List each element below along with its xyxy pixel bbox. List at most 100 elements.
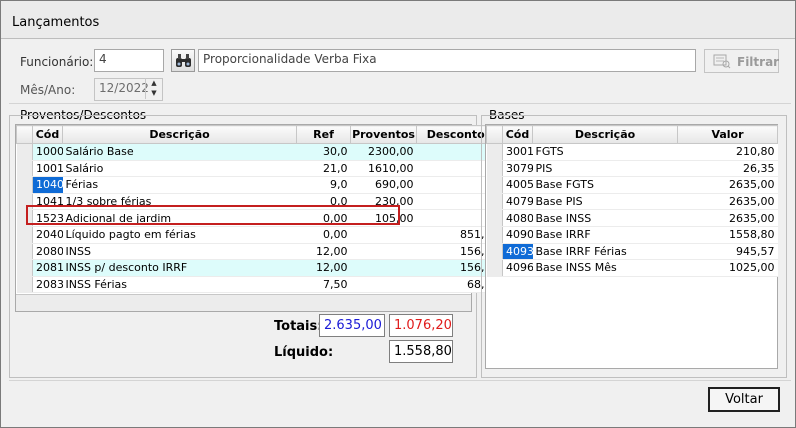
- row-indicator: [16, 176, 33, 194]
- col-header-descricao[interactable]: Descrição: [532, 125, 678, 144]
- cell-proventos: [350, 226, 417, 244]
- cell-cod: 2080: [32, 243, 63, 261]
- col-header-valor[interactable]: Valor: [677, 125, 778, 144]
- header-separator: [9, 103, 791, 104]
- bases-grid[interactable]: Cód Descrição Valor 3001 FGTS 210,80 3079 PI…: [485, 124, 778, 369]
- cell-proventos: [350, 259, 417, 277]
- cell-descricao: Base FGTS: [532, 176, 678, 194]
- spin-up-icon[interactable]: ▲: [146, 78, 162, 88]
- row-indicator-header: [16, 125, 33, 144]
- cell-valor: 2635,00: [677, 209, 778, 227]
- cell-valor: 945,57: [677, 243, 778, 261]
- cell-cod: 2081: [32, 259, 63, 277]
- table-row[interactable]: 2080 INSS 12,00 156,20: [16, 243, 502, 261]
- filtrar-button[interactable]: Filtrar: [704, 49, 779, 73]
- table-row[interactable]: 3001 FGTS 210,80: [486, 143, 778, 161]
- row-indicator: [486, 160, 503, 178]
- cell-proventos: [350, 276, 417, 294]
- cell-descricao: INSS p/ desconto IRRF: [62, 259, 297, 277]
- table-row[interactable]: 3079 PIS 26,35: [486, 160, 778, 178]
- table-row[interactable]: 1040 Férias 9,0 690,00: [16, 176, 502, 194]
- col-header-proventos[interactable]: Proventos: [350, 125, 417, 144]
- row-indicator: [16, 143, 33, 161]
- mes-ano-label: Mês/Ano:: [20, 83, 76, 97]
- cell-descricao: PIS: [532, 160, 678, 178]
- row-indicator: [16, 259, 33, 277]
- mes-ano-spinner[interactable]: ▲ ▼: [145, 78, 162, 99]
- table-row[interactable]: 4093 Base IRRF Férias 945,57: [486, 243, 778, 261]
- row-indicator: [486, 143, 503, 161]
- cell-valor: 26,35: [677, 160, 778, 178]
- cell-descricao: INSS Férias: [62, 276, 297, 294]
- row-indicator: [486, 259, 503, 277]
- funcionario-code-input[interactable]: 4: [94, 49, 164, 72]
- total-descontos-value: 1.076,20: [389, 314, 453, 337]
- cell-proventos: [350, 243, 417, 261]
- col-header-ref[interactable]: Ref: [296, 125, 351, 144]
- table-row[interactable]: 4005 Base FGTS 2635,00: [486, 176, 778, 194]
- funcionario-name-field: Proporcionalidade Verba Fixa: [198, 49, 696, 72]
- cell-ref: 9,0: [296, 176, 351, 194]
- cell-ref: 12,00: [296, 259, 351, 277]
- table-row[interactable]: 4080 Base INSS 2635,00: [486, 209, 778, 227]
- voltar-button[interactable]: Voltar: [708, 387, 780, 412]
- row-indicator: [486, 193, 503, 211]
- cell-proventos: 1610,00: [350, 160, 417, 178]
- col-header-cod[interactable]: Cód: [32, 125, 63, 144]
- footer-separator: [9, 380, 791, 381]
- cell-cod: 2083: [32, 276, 63, 294]
- cell-descricao: Salário: [62, 160, 297, 178]
- filter-icon: [713, 54, 731, 69]
- table-row[interactable]: 4079 Base PIS 2635,00: [486, 193, 778, 211]
- row-indicator: [16, 226, 33, 244]
- table-row[interactable]: 4090 Base IRRF 1558,80: [486, 226, 778, 244]
- cell-proventos: 690,00: [350, 176, 417, 194]
- cell-descricao: Base PIS: [532, 193, 678, 211]
- cell-cod: 2040: [32, 226, 63, 244]
- cell-descricao: Férias: [62, 176, 297, 194]
- cell-proventos: 2300,00: [350, 143, 417, 161]
- table-row[interactable]: 2083 INSS Férias 7,50 68,99: [16, 276, 502, 294]
- cell-cod: 1001: [32, 160, 63, 178]
- col-header-descricao[interactable]: Descrição: [62, 125, 297, 144]
- liquido-value: 1.558,80: [389, 340, 453, 363]
- cell-ref: 0,00: [296, 226, 351, 244]
- row-indicator-header: [486, 125, 503, 144]
- search-employee-button[interactable]: [171, 49, 195, 72]
- bases-table: Cód Descrição Valor 3001 FGTS 210,80 3079 PI…: [486, 125, 778, 277]
- table-row[interactable]: 1001 Salário 21,0 1610,00: [16, 160, 502, 178]
- cell-descricao: FGTS: [532, 143, 678, 161]
- cell-cod: 1000: [32, 143, 63, 161]
- cell-cod: 4079: [502, 193, 533, 211]
- cell-cod: 3001: [502, 143, 533, 161]
- cell-descricao: INSS: [62, 243, 297, 261]
- cell-valor: 2635,00: [677, 193, 778, 211]
- binoculars-icon: [176, 54, 191, 67]
- totais-label: Totais:: [274, 319, 323, 334]
- table-row[interactable]: 1000 Salário Base 30,0 2300,00: [16, 143, 502, 161]
- col-header-cod[interactable]: Cód: [502, 125, 533, 144]
- window-title: Lançamentos: [12, 15, 100, 30]
- cell-valor: 1025,00: [677, 259, 778, 277]
- cell-ref: 21,0: [296, 160, 351, 178]
- proventos-grid-scrollbar[interactable]: [16, 294, 471, 311]
- table-row[interactable]: 4096 Base INSS Mês 1025,00: [486, 259, 778, 277]
- row-indicator: [486, 176, 503, 194]
- cell-cod: 4080: [502, 209, 533, 227]
- cell-descricao: Líquido pagto em férias: [62, 226, 297, 244]
- spin-down-icon[interactable]: ▼: [146, 88, 162, 98]
- funcionario-label: Funcionário:: [20, 55, 94, 69]
- table-row[interactable]: 2040 Líquido pagto em férias 0,00 851,01: [16, 226, 502, 244]
- title-bar: Lançamentos: [1, 1, 795, 39]
- cell-ref: 30,0: [296, 143, 351, 161]
- cell-cod: 4090: [502, 226, 533, 244]
- row-indicator: [16, 160, 33, 178]
- cell-descricao: Base IRRF Férias: [532, 243, 678, 261]
- cell-cod: 4093: [502, 243, 533, 261]
- cell-cod: 3079: [502, 160, 533, 178]
- lancamentos-window: Lançamentos Funcionário: 4 Proporcionali…: [0, 0, 796, 428]
- table-row[interactable]: 2081 INSS p/ desconto IRRF 12,00 156,20: [16, 259, 502, 277]
- cell-cod: 1040: [32, 176, 63, 194]
- cell-valor: 1558,80: [677, 226, 778, 244]
- cell-descricao: Base IRRF: [532, 226, 678, 244]
